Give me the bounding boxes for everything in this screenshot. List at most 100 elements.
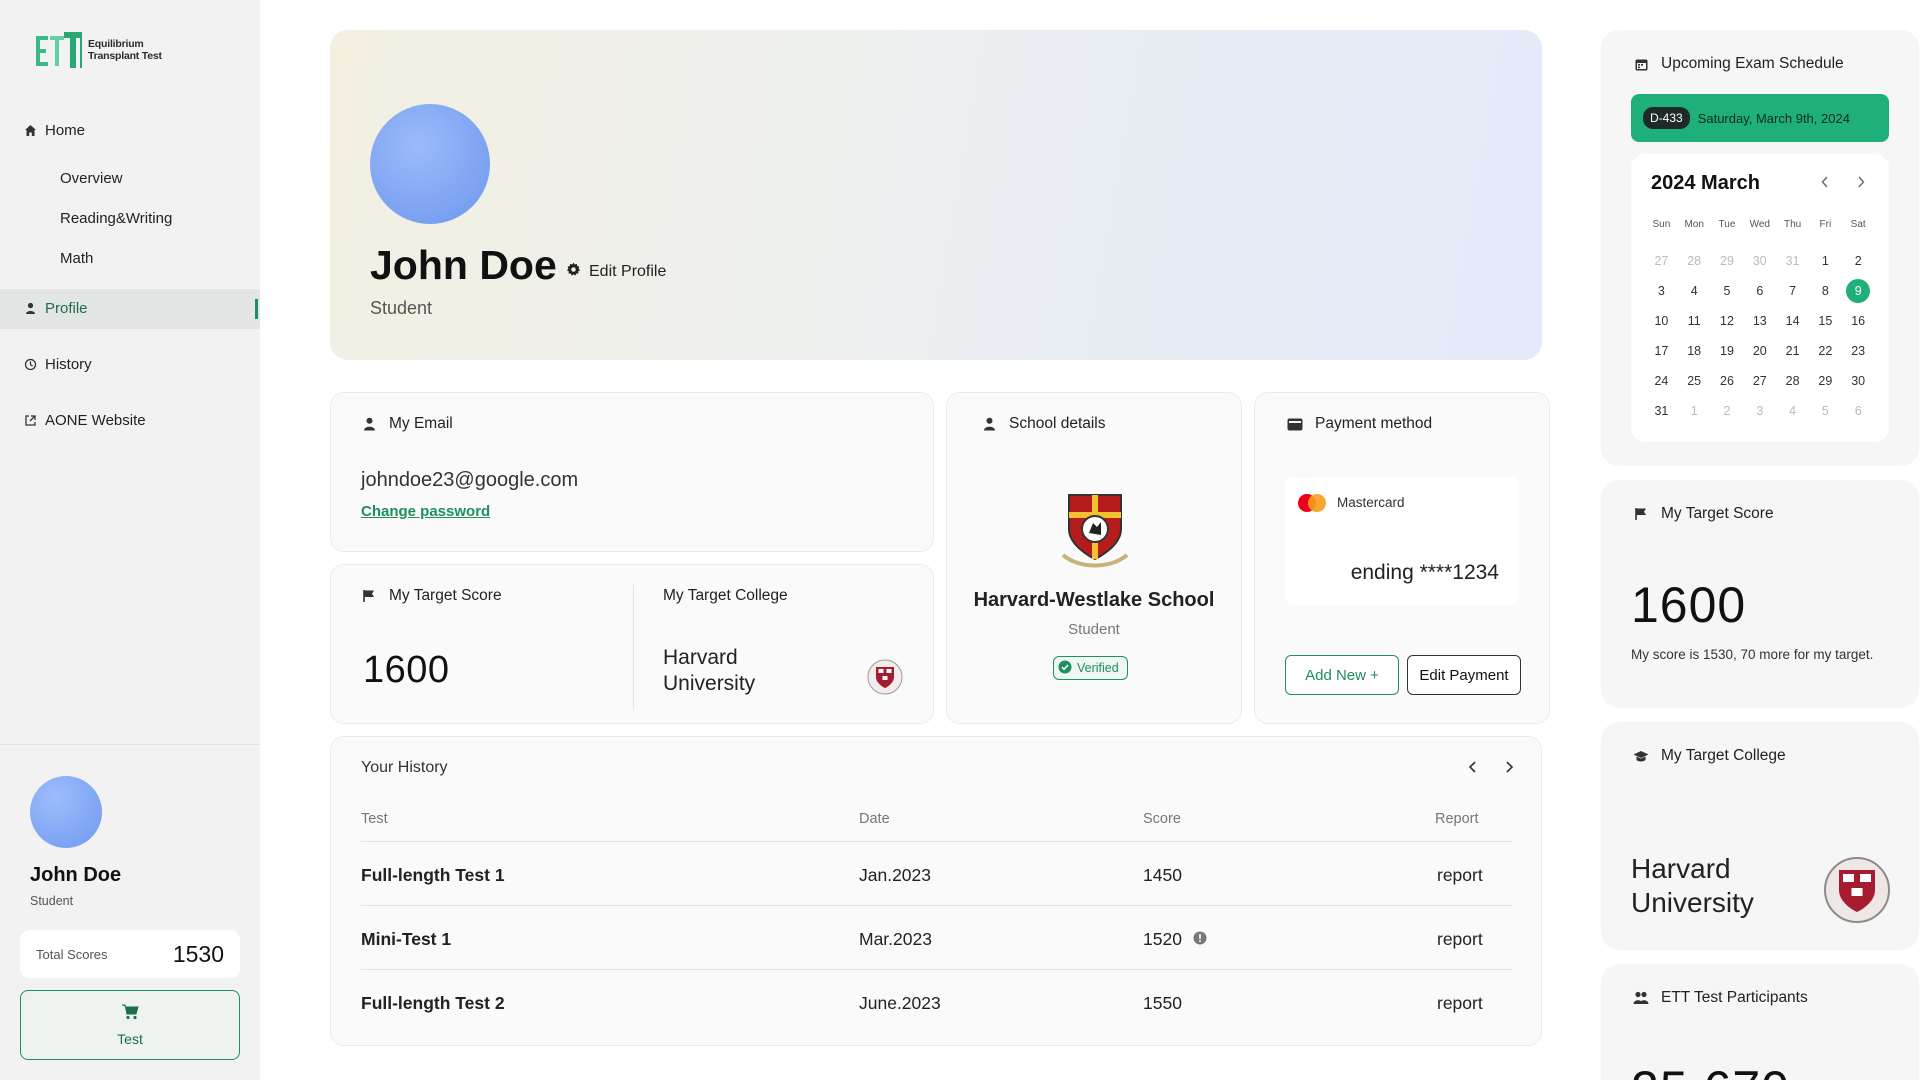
nav-reading-writing[interactable]: Reading&Writing [60, 210, 172, 227]
row-1-score: 1450 [1143, 865, 1182, 885]
school-role: Student [1068, 621, 1120, 638]
calendar-day[interactable]: 2 [1711, 396, 1744, 426]
history-next-button[interactable] [1499, 757, 1519, 777]
calendar-day[interactable]: 22 [1809, 336, 1842, 366]
calendar-day[interactable]: 3 [1743, 396, 1776, 426]
calendar-day[interactable]: 23 [1842, 336, 1875, 366]
calendar-day[interactable]: 27 [1743, 366, 1776, 396]
calendar-day[interactable]: 5 [1809, 396, 1842, 426]
avatar[interactable] [30, 776, 102, 848]
ett-logo-icon [36, 32, 82, 68]
logo[interactable]: Equilibrium Transplant Test [36, 30, 162, 70]
calendar-day-selected[interactable]: 9 [1842, 276, 1875, 306]
total-scores: Total Scores 1530 [20, 930, 240, 978]
calendar-next-button[interactable] [1851, 172, 1871, 192]
calendar-day[interactable]: 27 [1645, 246, 1678, 276]
row-2-date: Mar.2023 [859, 929, 932, 949]
test-button[interactable]: Test [20, 990, 240, 1060]
mastercard-icon [1298, 494, 1326, 512]
calendar-day[interactable]: 2 [1842, 246, 1875, 276]
row-2-report-link[interactable]: report [1437, 929, 1483, 950]
sidebar-user-name: John Doe [30, 864, 122, 886]
calendar-day[interactable]: 24 [1645, 366, 1678, 396]
profile-avatar[interactable] [370, 104, 490, 224]
payment-card-title: Payment method [1315, 415, 1433, 432]
row-3-date: June.2023 [859, 993, 941, 1013]
chevron-right-icon [1858, 176, 1865, 188]
user-icon [24, 302, 37, 315]
row-1-report-link[interactable]: report [1437, 865, 1483, 886]
upcoming-exam-banner[interactable]: D-433 Saturday, March 9th, 2024 [1631, 94, 1889, 142]
calendar-weekdays: Sun Mon Tue Wed Thu Fri Sat [1645, 214, 1875, 246]
target-college-title: My Target College [663, 587, 788, 604]
calendar-day[interactable]: 10 [1645, 306, 1678, 336]
calendar-day[interactable]: 29 [1711, 246, 1744, 276]
home-icon [24, 124, 37, 137]
calendar-day[interactable]: 26 [1711, 366, 1744, 396]
row-2-score: 1520 [1143, 929, 1182, 949]
calendar-day[interactable]: 3 [1645, 276, 1678, 306]
graduation-cap-icon [1633, 748, 1649, 764]
add-new-payment-button[interactable]: Add New + [1285, 655, 1399, 695]
calendar-day[interactable]: 13 [1743, 306, 1776, 336]
flag-icon [361, 588, 377, 604]
nav-aone-website[interactable]: AONE Website [24, 412, 146, 429]
weekday-label: Fri [1819, 218, 1832, 230]
history-icon [24, 358, 37, 371]
calendar-day[interactable]: 6 [1842, 396, 1875, 426]
calendar-day[interactable]: 19 [1711, 336, 1744, 366]
row-3-report-link[interactable]: report [1437, 993, 1483, 1014]
payment-card: Payment method Mastercard ending ****123… [1254, 392, 1550, 724]
calendar-day[interactable]: 7 [1776, 276, 1809, 306]
calendar-day[interactable]: 1 [1809, 246, 1842, 276]
calendar-day[interactable]: 1 [1678, 396, 1711, 426]
calendar-day[interactable]: 30 [1842, 366, 1875, 396]
calendar-day[interactable]: 20 [1743, 336, 1776, 366]
edit-payment-button[interactable]: Edit Payment [1407, 655, 1521, 695]
nav-profile-label: Profile [45, 300, 88, 317]
calendar-day[interactable]: 31 [1645, 396, 1678, 426]
calendar-week: 17 18 19 20 21 22 23 [1645, 336, 1875, 366]
calendar-day[interactable]: 15 [1809, 306, 1842, 336]
calendar-day[interactable]: 25 [1678, 366, 1711, 396]
history-title: Your History [361, 759, 448, 776]
calendar-title: 2024 March [1651, 172, 1760, 194]
calendar-day[interactable]: 29 [1809, 366, 1842, 396]
nav-history[interactable]: History [24, 356, 92, 373]
calendar-day[interactable]: 6 [1743, 276, 1776, 306]
info-icon[interactable] [1193, 931, 1207, 945]
right-target-college-title: My Target College [1661, 747, 1786, 764]
change-password-link[interactable]: Change password [361, 503, 490, 520]
weekday-label: Tue [1718, 218, 1736, 230]
col-header-test: Test [361, 811, 388, 827]
calendar-day[interactable]: 31 [1776, 246, 1809, 276]
calendar-day[interactable]: 4 [1678, 276, 1711, 306]
calendar-day[interactable]: 5 [1711, 276, 1744, 306]
calendar-day[interactable]: 18 [1678, 336, 1711, 366]
nav-math[interactable]: Math [60, 250, 93, 267]
calendar-day[interactable]: 11 [1678, 306, 1711, 336]
calendar-day[interactable]: 21 [1776, 336, 1809, 366]
nav-profile[interactable]: Profile [24, 300, 88, 317]
calendar-day[interactable]: 16 [1842, 306, 1875, 336]
calendar-day[interactable]: 28 [1678, 246, 1711, 276]
divider [361, 905, 1513, 906]
sidebar-user-role: Student [30, 894, 74, 908]
school-crest-icon [1061, 494, 1129, 568]
history-prev-button[interactable] [1463, 757, 1483, 777]
edit-profile-button[interactable]: Edit Profile [566, 262, 666, 282]
nav-overview[interactable]: Overview [60, 170, 123, 187]
nav-home[interactable]: Home [24, 122, 85, 139]
saved-card[interactable]: Mastercard ending ****1234 [1285, 477, 1519, 605]
calendar-day[interactable]: 30 [1743, 246, 1776, 276]
calendar-day[interactable]: 14 [1776, 306, 1809, 336]
calendar-day[interactable]: 17 [1645, 336, 1678, 366]
calendar-prev-button[interactable] [1815, 172, 1835, 192]
calendar-day[interactable]: 4 [1776, 396, 1809, 426]
right-target-score-note: My score is 1530, 70 more for my target. [1631, 647, 1874, 662]
calendar-day[interactable]: 28 [1776, 366, 1809, 396]
calendar-day[interactable]: 12 [1711, 306, 1744, 336]
calendar-day[interactable]: 8 [1809, 276, 1842, 306]
target-score-title: My Target Score [389, 587, 502, 604]
email-card: My Email johndoe23@google.com Change pas… [330, 392, 934, 552]
